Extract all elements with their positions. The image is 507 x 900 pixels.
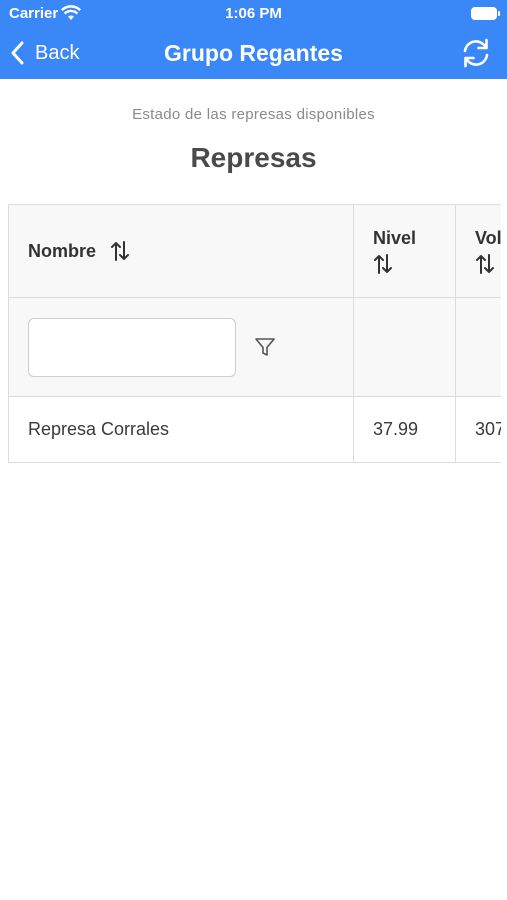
- page-header-title: Grupo Regantes: [164, 40, 343, 66]
- status-bar: Carrier 1:06 PM: [0, 0, 507, 28]
- column-header-nivel[interactable]: Nivel: [353, 204, 456, 298]
- sort-icon[interactable]: [475, 253, 495, 275]
- cell-volumen: 307: [455, 396, 501, 463]
- table-row[interactable]: Represa Corrales 37.99 307: [8, 396, 501, 463]
- battery-icon: [471, 7, 500, 20]
- top-bar: Carrier 1:06 PM Back Grupo Regantes: [0, 0, 507, 79]
- filter-cell-volumen: [455, 297, 501, 397]
- sort-icon[interactable]: [373, 253, 393, 275]
- sort-icon[interactable]: [110, 240, 130, 262]
- clock: 1:06 PM: [225, 5, 282, 22]
- column-header-nombre[interactable]: Nombre: [8, 204, 354, 298]
- navigation-bar: Back Grupo Regantes: [0, 28, 507, 79]
- filter-cell-nivel: [353, 297, 456, 397]
- dams-table[interactable]: Nombre Nivel Vol Represa Corrales 37.99 …: [8, 204, 501, 464]
- column-label-volumen: Vol: [475, 227, 501, 248]
- table-header-row: Nombre Nivel Vol: [8, 204, 501, 298]
- refresh-icon[interactable]: [459, 36, 493, 70]
- name-filter-input[interactable]: [28, 317, 236, 377]
- filter-row: [8, 297, 501, 397]
- page-title: Represas: [190, 142, 317, 173]
- page-subtitle: Estado de las represas disponibles: [132, 106, 375, 123]
- filter-icon[interactable]: [254, 336, 276, 358]
- column-label-nombre: Nombre: [28, 240, 97, 261]
- cell-nivel: 37.99: [353, 396, 456, 463]
- cell-nombre: Represa Corrales: [8, 396, 354, 463]
- column-label-nivel: Nivel: [373, 227, 417, 248]
- filter-cell-nombre: [8, 297, 354, 397]
- column-header-volumen[interactable]: Vol: [455, 204, 501, 298]
